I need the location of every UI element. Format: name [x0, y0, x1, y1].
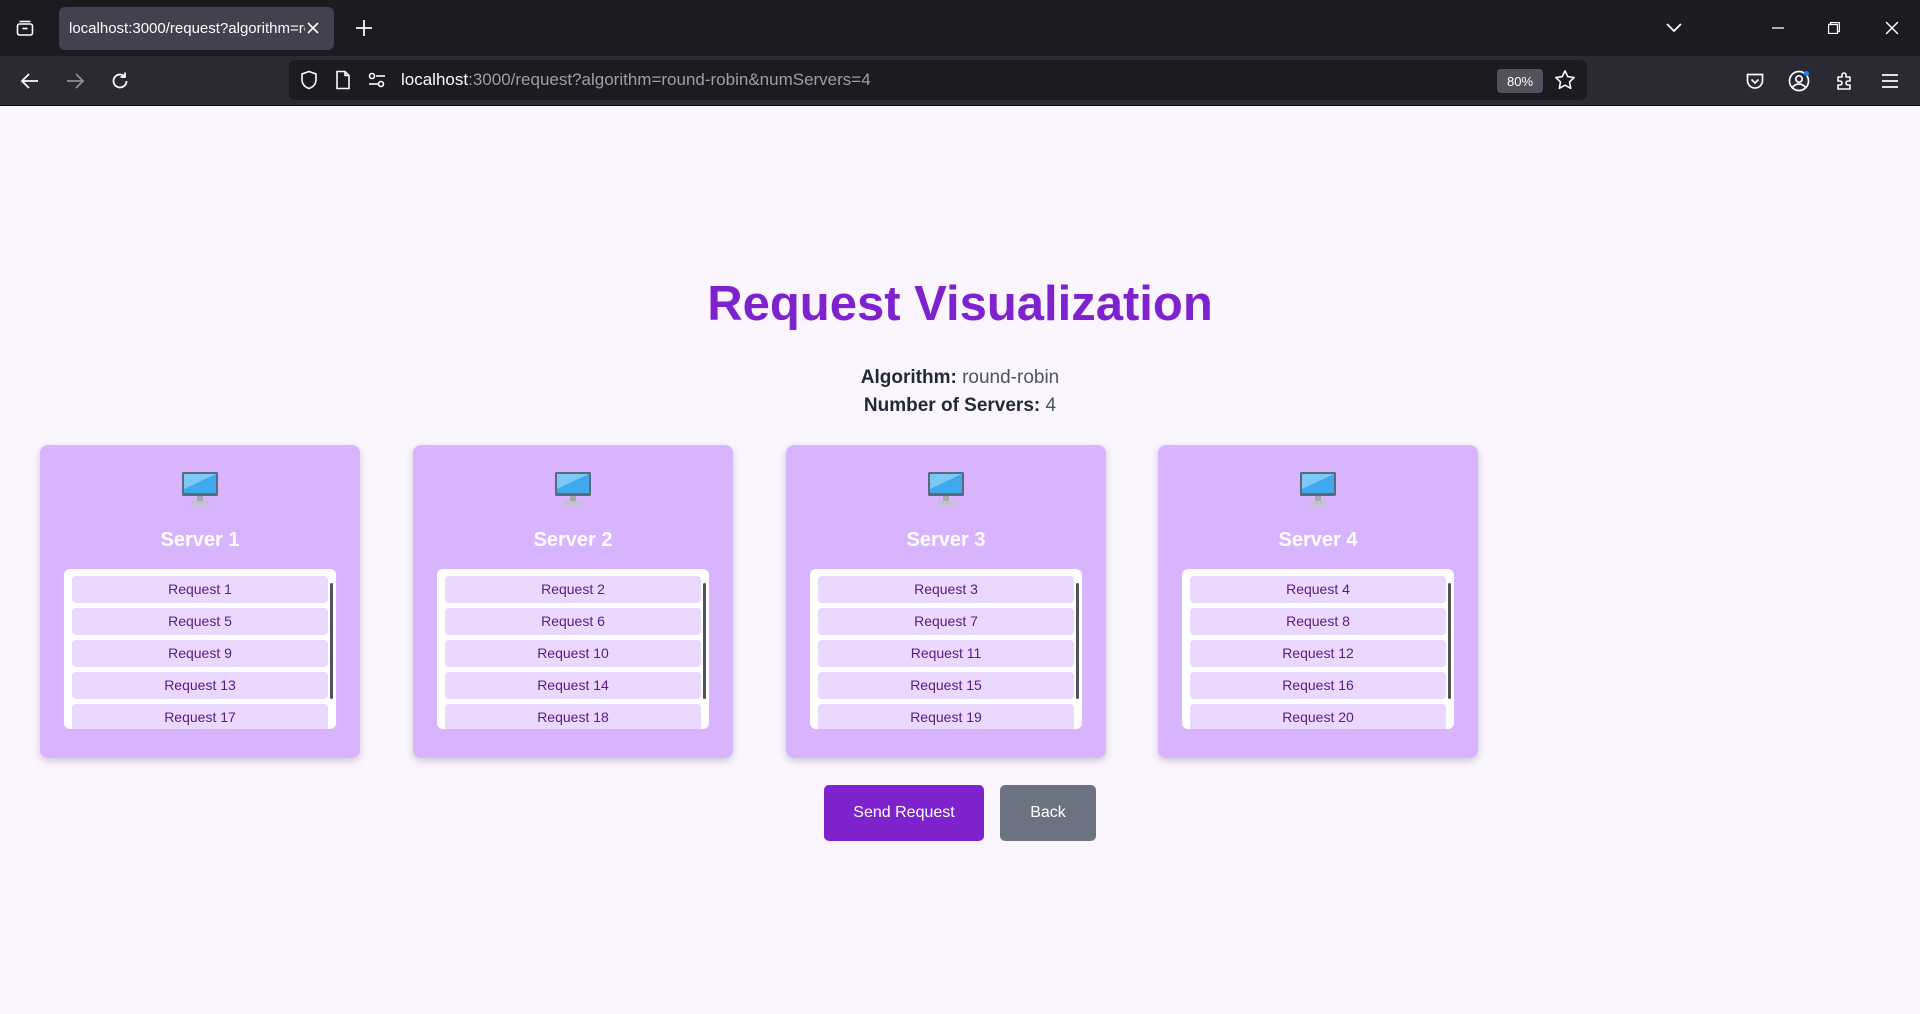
- computer-monitor-icon: [1300, 472, 1336, 505]
- zoom-level-badge[interactable]: 80%: [1497, 69, 1543, 93]
- request-item: Request 15: [818, 672, 1074, 699]
- close-window-icon[interactable]: [1872, 8, 1912, 48]
- scrollbar-thumb[interactable]: [1448, 583, 1451, 699]
- server-card: Server 4 Request 4 Request 8 Request 12 …: [1158, 445, 1478, 758]
- request-item: Request 18: [445, 704, 701, 729]
- computer-monitor-icon: [928, 472, 964, 505]
- request-item: Request 2: [445, 576, 701, 603]
- request-item: Request 20: [1190, 704, 1446, 729]
- account-avatar-icon[interactable]: [1780, 62, 1818, 100]
- close-tab-icon[interactable]: [302, 17, 324, 39]
- request-list[interactable]: Request 2 Request 6 Request 10 Request 1…: [437, 569, 709, 729]
- url-host: localhost: [401, 70, 469, 89]
- back-button[interactable]: Back: [1000, 785, 1096, 841]
- request-item: Request 13: [72, 672, 328, 699]
- browser-nav-bar: localhost:3000/request?algorithm=round-r…: [0, 56, 1920, 106]
- send-request-button[interactable]: Send Request: [824, 785, 984, 841]
- server-count-value: 4: [1045, 395, 1057, 416]
- request-list[interactable]: Request 1 Request 5 Request 9 Request 13…: [64, 569, 336, 729]
- shield-icon[interactable]: [297, 68, 321, 92]
- new-tab-button[interactable]: [348, 12, 380, 44]
- request-item: Request 5: [72, 608, 328, 635]
- tab-title: localhost:3000/request?algorithm=round-r…: [69, 20, 305, 37]
- url-bar[interactable]: localhost:3000/request?algorithm=round-r…: [289, 60, 1587, 100]
- request-item: Request 16: [1190, 672, 1446, 699]
- server-count-info: Number of Servers: 4: [0, 395, 1920, 417]
- server-card: Server 3 Request 3 Request 7 Request 11 …: [786, 445, 1106, 758]
- scrollbar-thumb[interactable]: [1076, 583, 1079, 699]
- permissions-icon[interactable]: [365, 68, 389, 92]
- request-list[interactable]: Request 4 Request 8 Request 12 Request 1…: [1182, 569, 1454, 729]
- server-card: Server 1 Request 1 Request 5 Request 9 R…: [40, 445, 360, 758]
- tab-list-icon[interactable]: [8, 12, 42, 44]
- minimize-window-icon[interactable]: [1758, 8, 1798, 48]
- server-name: Server 4: [1278, 529, 1358, 551]
- url-path: :3000/request?algorithm=round-robin&numS…: [468, 70, 871, 89]
- list-all-tabs-chevron-icon[interactable]: [1654, 8, 1694, 48]
- scrollbar-thumb[interactable]: [330, 583, 333, 699]
- page-icon[interactable]: [331, 68, 355, 92]
- extensions-puzzle-icon[interactable]: [1826, 62, 1864, 100]
- page-title: Request Visualization: [707, 277, 1213, 331]
- request-item: Request 12: [1190, 640, 1446, 667]
- request-item: Request 9: [72, 640, 328, 667]
- page-content: Request Visualization Algorithm: round-r…: [0, 106, 1920, 1014]
- server-name: Server 3: [906, 529, 986, 551]
- bookmark-star-icon[interactable]: [1552, 67, 1578, 93]
- request-item: Request 6: [445, 608, 701, 635]
- server-name: Server 2: [533, 529, 613, 551]
- request-item: Request 8: [1190, 608, 1446, 635]
- request-item: Request 10: [445, 640, 701, 667]
- scrollbar-thumb[interactable]: [703, 583, 706, 699]
- algorithm-label: Algorithm:: [860, 367, 957, 388]
- request-item: Request 17: [72, 704, 328, 729]
- request-item: Request 19: [818, 704, 1074, 729]
- reload-icon[interactable]: [101, 62, 139, 100]
- request-item: Request 3: [818, 576, 1074, 603]
- request-item: Request 14: [445, 672, 701, 699]
- url-text[interactable]: localhost:3000/request?algorithm=round-r…: [401, 60, 871, 100]
- pocket-icon[interactable]: [1736, 62, 1774, 100]
- server-name: Server 1: [160, 529, 240, 551]
- forward-arrow-icon[interactable]: [56, 62, 94, 100]
- server-count-label: Number of Servers:: [863, 395, 1041, 416]
- server-card: Server 2 Request 2 Request 6 Request 10 …: [413, 445, 733, 758]
- request-item: Request 4: [1190, 576, 1446, 603]
- request-item: Request 1: [72, 576, 328, 603]
- computer-monitor-icon: [182, 472, 218, 505]
- browser-tab-bar: localhost:3000/request?algorithm=round-r…: [0, 0, 1920, 56]
- algorithm-value: round-robin: [962, 367, 1060, 388]
- restore-window-icon[interactable]: [1814, 8, 1854, 48]
- algorithm-info: Algorithm: round-robin: [0, 367, 1920, 389]
- request-item: Request 7: [818, 608, 1074, 635]
- request-item: Request 11: [818, 640, 1074, 667]
- request-list[interactable]: Request 3 Request 7 Request 11 Request 1…: [810, 569, 1082, 729]
- back-arrow-icon[interactable]: [11, 62, 49, 100]
- menu-hamburger-icon[interactable]: [1871, 62, 1909, 100]
- computer-monitor-icon: [555, 472, 591, 505]
- browser-tab-active[interactable]: localhost:3000/request?algorithm=round-r…: [59, 7, 334, 50]
